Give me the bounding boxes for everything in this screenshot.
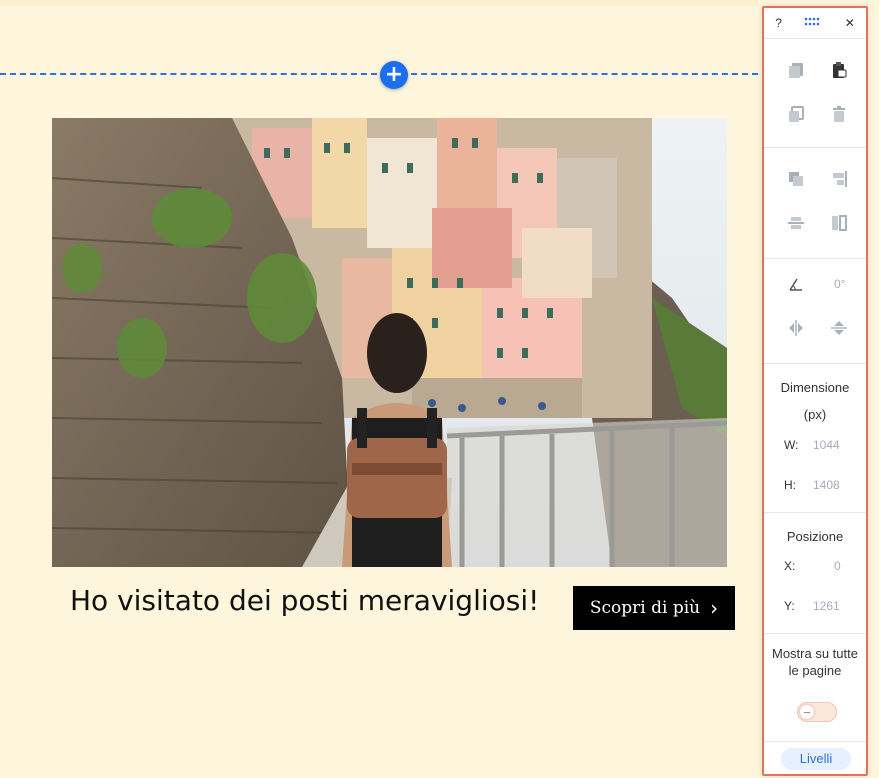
transform-section: 0° bbox=[764, 259, 866, 364]
paste-icon[interactable] bbox=[830, 61, 848, 79]
dimension-title: Dimensione bbox=[780, 380, 850, 395]
x-field[interactable]: 0 bbox=[834, 559, 841, 573]
height-field[interactable]: 1408 bbox=[813, 478, 840, 492]
editor-canvas[interactable]: + Ho visitato dei posti meravigliosi! Sc… bbox=[0, 0, 758, 778]
hero-photo-illustration bbox=[52, 118, 727, 567]
hero-image[interactable] bbox=[52, 118, 727, 567]
distribute-icon[interactable] bbox=[787, 214, 805, 232]
top-strip bbox=[0, 0, 758, 6]
arrange-section bbox=[764, 148, 866, 259]
section-divider-line bbox=[0, 73, 758, 75]
flip-vertical-icon[interactable] bbox=[830, 319, 848, 337]
y-label: Y: bbox=[784, 599, 795, 613]
align-icon[interactable] bbox=[830, 170, 848, 188]
duplicate-icon[interactable] bbox=[787, 105, 805, 123]
show-all-pages-toggle[interactable] bbox=[797, 702, 837, 722]
element-properties-panel: ? ✕ 0° Dimensione (px) W: 1044 H: 1408 P… bbox=[762, 6, 868, 776]
add-section-button[interactable]: + bbox=[380, 61, 408, 89]
show-all-pages-section: Mostra su tutte le pagine bbox=[764, 634, 866, 742]
page-headline[interactable]: Ho visitato dei posti meravigliosi! bbox=[70, 584, 539, 617]
match-size-icon[interactable] bbox=[830, 214, 848, 232]
y-field[interactable]: 1261 bbox=[813, 599, 840, 613]
width-field[interactable]: 1044 bbox=[813, 438, 840, 452]
show-all-pages-label: Mostra su tutte le pagine bbox=[772, 646, 858, 678]
copy-style-icon[interactable] bbox=[787, 61, 805, 79]
x-label: X: bbox=[784, 559, 796, 573]
help-icon[interactable]: ? bbox=[775, 16, 782, 30]
clipboard-section bbox=[764, 39, 866, 148]
rotation-value[interactable]: 0° bbox=[834, 277, 845, 291]
discover-more-button[interactable]: Scopri di più › bbox=[573, 586, 735, 630]
width-label: W: bbox=[784, 438, 799, 452]
grid-dots-icon[interactable] bbox=[804, 16, 822, 30]
height-label: H: bbox=[784, 478, 796, 492]
dimension-unit: (px) bbox=[803, 407, 827, 422]
close-icon[interactable]: ✕ bbox=[845, 16, 855, 30]
panel-header: ? ✕ bbox=[764, 8, 866, 39]
flip-horizontal-icon[interactable] bbox=[787, 319, 805, 337]
arrange-icon[interactable] bbox=[787, 170, 805, 188]
cta-label: Scopri di più bbox=[589, 598, 701, 618]
dimension-section: Dimensione (px) W: 1044 H: 1408 bbox=[764, 364, 866, 513]
position-section: Posizione X: 0 Y: 1261 bbox=[764, 513, 866, 634]
delete-icon[interactable] bbox=[830, 105, 848, 123]
position-title: Posizione bbox=[786, 529, 844, 544]
layers-button[interactable]: Livelli bbox=[781, 748, 851, 770]
rotate-icon[interactable] bbox=[787, 275, 805, 293]
chevron-right-icon: › bbox=[710, 596, 719, 620]
